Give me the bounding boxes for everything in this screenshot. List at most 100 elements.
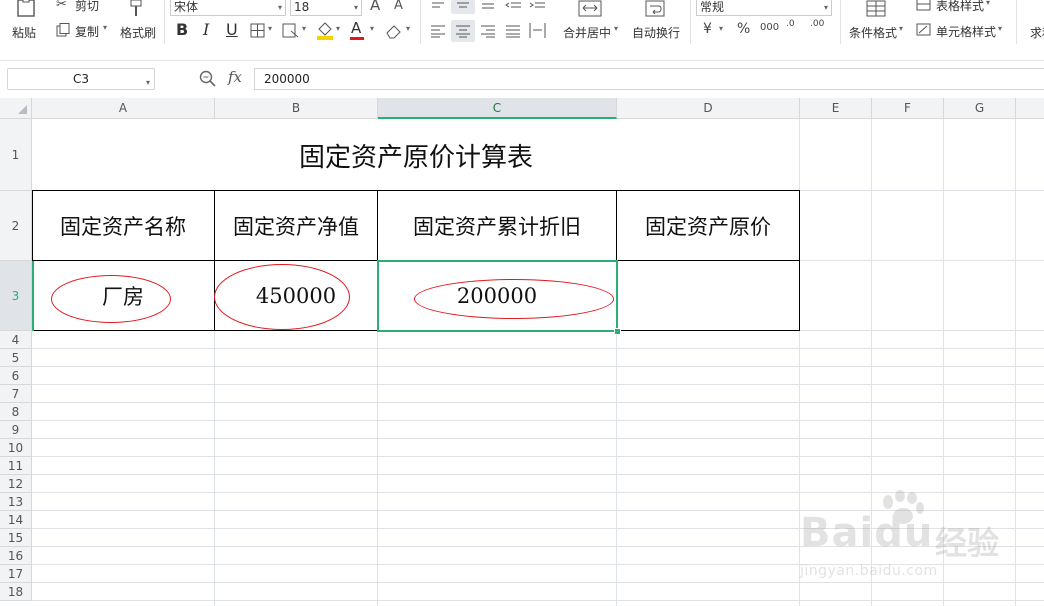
fill-handle[interactable]	[614, 328, 621, 335]
cell-style-button[interactable]: 单元格样式	[936, 23, 996, 40]
decrease-decimal-button[interactable]: .00	[810, 20, 824, 29]
merge-center-button[interactable]: 合并居中	[563, 24, 611, 41]
cell-c2[interactable]: 固定资产累计折旧	[378, 191, 616, 260]
cell-a2[interactable]: 固定资产名称	[32, 191, 214, 260]
merge-center-icon[interactable]	[578, 0, 604, 18]
row-header-10[interactable]: 10	[0, 439, 32, 457]
chevron-down-icon[interactable]: ▾	[986, 0, 990, 7]
copy-button[interactable]: 复制	[75, 23, 99, 40]
chevron-down-icon[interactable]: ▾	[406, 24, 410, 33]
format-painter-icon[interactable]	[128, 0, 144, 18]
zoom-icon[interactable]	[199, 70, 217, 88]
gridline	[800, 190, 1044, 191]
row-header-3[interactable]: 3	[0, 261, 32, 331]
formula-input[interactable]: 200000	[254, 68, 1044, 90]
row-header-6[interactable]: 6	[0, 367, 32, 385]
fill-color-icon[interactable]	[316, 21, 334, 41]
watermark-brand: 经验	[935, 524, 1000, 562]
row-header-12[interactable]: 12	[0, 475, 32, 493]
chevron-down-icon[interactable]: ▾	[268, 24, 272, 33]
column-header-h[interactable]	[1016, 98, 1044, 119]
chevron-down-icon[interactable]: ▾	[998, 24, 1002, 33]
sum-button[interactable]: 求和	[1030, 24, 1044, 41]
align-middle-icon[interactable]	[455, 0, 471, 10]
align-left-icon[interactable]	[430, 24, 446, 38]
chevron-down-icon[interactable]: ▾	[899, 24, 903, 33]
align-center-icon[interactable]	[455, 24, 471, 38]
copy-icon[interactable]	[56, 23, 70, 37]
percent-button[interactable]: %	[737, 21, 750, 37]
paste-button[interactable]: 粘贴	[12, 24, 36, 41]
cell-style-icon[interactable]	[916, 23, 932, 37]
number-format-select[interactable]: 常规 ▾	[696, 0, 832, 16]
row-header-1[interactable]: 1	[0, 119, 32, 191]
merge-style-icon[interactable]	[282, 23, 300, 39]
bold-button[interactable]: B	[176, 20, 188, 39]
format-painter-button[interactable]: 格式刷	[120, 24, 156, 41]
decrease-font-button[interactable]: A	[394, 0, 403, 13]
increase-indent-icon[interactable]	[529, 0, 547, 10]
row-header-11[interactable]: 11	[0, 457, 32, 475]
paste-icon[interactable]	[14, 0, 40, 18]
column-header-f[interactable]: F	[872, 98, 944, 119]
chevron-down-icon[interactable]: ▾	[614, 24, 618, 33]
table-style-icon[interactable]	[916, 0, 932, 12]
font-size-select[interactable]: 18 ▾	[290, 0, 362, 16]
row-header-13[interactable]: 13	[0, 493, 32, 511]
increase-font-button[interactable]: A	[370, 0, 380, 14]
row-header-5[interactable]: 5	[0, 349, 32, 367]
column-header-a[interactable]: A	[32, 98, 215, 119]
conditional-format-button[interactable]: 条件格式	[849, 24, 897, 41]
italic-button[interactable]: I	[203, 20, 209, 39]
chevron-down-icon[interactable]: ▾	[302, 24, 306, 33]
column-header-g[interactable]: G	[944, 98, 1016, 119]
thousands-separator-button[interactable]: 000	[760, 22, 779, 33]
row-header-15[interactable]: 15	[0, 529, 32, 547]
cell-d3[interactable]	[617, 261, 799, 331]
row-header-14[interactable]: 14	[0, 511, 32, 529]
conditional-format-icon[interactable]	[866, 0, 888, 18]
row-header-17[interactable]: 17	[0, 565, 32, 583]
select-all-corner[interactable]	[0, 98, 32, 119]
chevron-down-icon[interactable]: ▾	[336, 24, 340, 33]
chevron-down-icon[interactable]: ▾	[719, 24, 723, 33]
table-style-button[interactable]: 表格样式	[936, 0, 984, 14]
decrease-indent-icon[interactable]	[505, 0, 523, 10]
column-header-b[interactable]: B	[215, 98, 378, 119]
column-header-d[interactable]: D	[617, 98, 800, 119]
sheet-title-cell[interactable]: 固定资产原价计算表	[32, 119, 800, 191]
distributed-align-icon[interactable]	[529, 22, 547, 40]
row-header-18[interactable]: 18	[0, 583, 32, 601]
column-header-e[interactable]: E	[800, 98, 872, 119]
wrap-text-icon[interactable]	[645, 0, 667, 18]
cell-d2[interactable]: 固定资产原价	[617, 191, 799, 260]
chevron-down-icon[interactable]: ▾	[370, 24, 374, 33]
justify-icon[interactable]	[505, 24, 521, 38]
cut-button[interactable]: 剪切	[75, 0, 99, 14]
font-color-button[interactable]: A	[351, 19, 361, 37]
wrap-text-button[interactable]: 自动换行	[632, 24, 680, 41]
watermark-url: jingyan.baidu.com	[800, 563, 938, 579]
scissors-icon[interactable]: ✂	[56, 0, 67, 12]
align-top-icon[interactable]	[430, 0, 446, 10]
align-right-icon[interactable]	[480, 24, 496, 38]
row-header-2[interactable]: 2	[0, 191, 32, 261]
font-name-select[interactable]: 宋体 ▾	[170, 0, 286, 16]
name-box[interactable]: C3 ▾	[7, 68, 155, 90]
row-header-16[interactable]: 16	[0, 547, 32, 565]
eraser-icon[interactable]	[385, 23, 403, 39]
currency-button[interactable]: ¥	[703, 21, 712, 37]
column-header-c[interactable]: C	[378, 98, 617, 119]
row-header-9[interactable]: 9	[0, 421, 32, 439]
row-header-4[interactable]: 4	[0, 331, 32, 349]
insert-function-button[interactable]: fx	[228, 68, 242, 86]
align-bottom-icon[interactable]	[480, 0, 496, 10]
row-header-7[interactable]: 7	[0, 385, 32, 403]
cell-b2[interactable]: 固定资产净值	[215, 191, 377, 260]
chevron-down-icon: ▾	[823, 3, 828, 12]
row-header-8[interactable]: 8	[0, 403, 32, 421]
increase-decimal-button[interactable]: .0	[786, 20, 795, 29]
borders-icon[interactable]	[250, 23, 266, 39]
copy-dropdown-icon[interactable]: ▾	[103, 23, 107, 32]
underline-button[interactable]: U	[226, 20, 238, 39]
